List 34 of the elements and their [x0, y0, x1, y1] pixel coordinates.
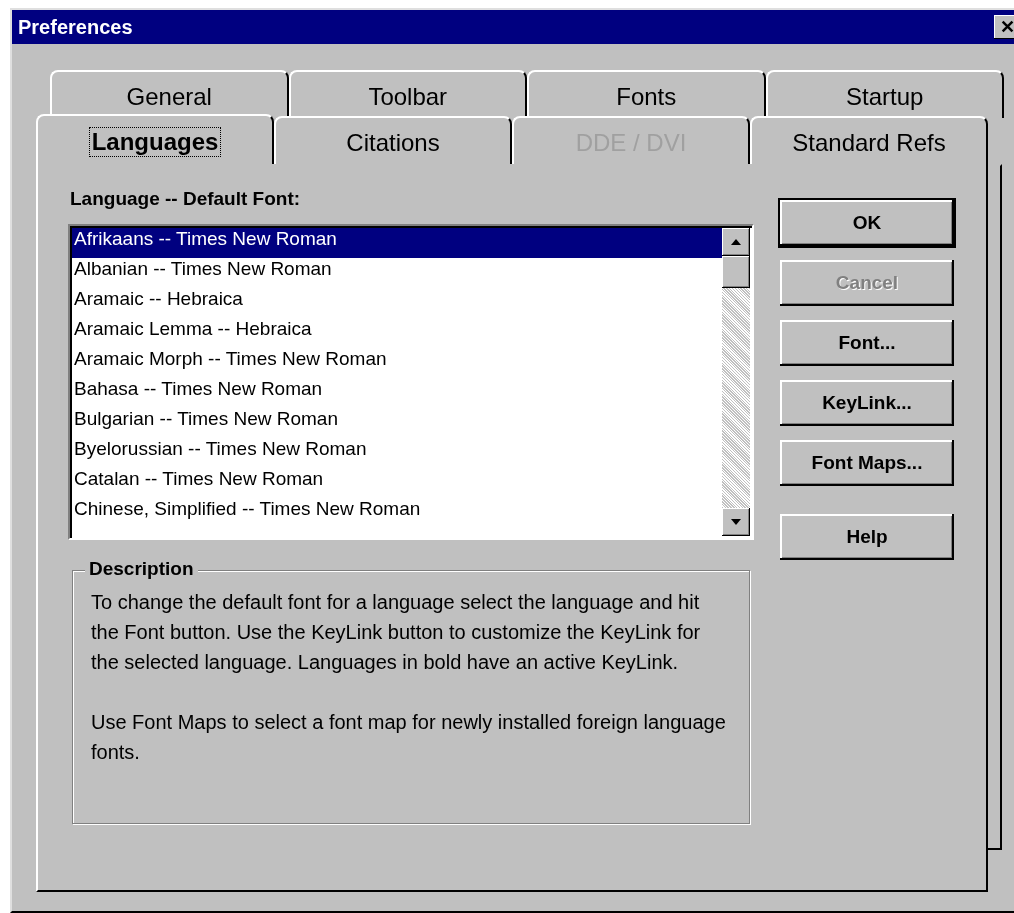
close-button[interactable]: ✕	[994, 15, 1014, 39]
tab[interactable]: General	[50, 70, 289, 118]
tab[interactable]: Standard Refs	[750, 116, 988, 164]
scroll-up-button[interactable]	[722, 228, 750, 256]
list-item[interactable]: Catalan -- Times New Roman	[72, 468, 722, 498]
tab[interactable]: Toolbar	[288, 70, 527, 118]
list-item[interactable]: Bahasa -- Times New Roman	[72, 378, 722, 408]
scroll-thumb[interactable]	[722, 256, 750, 288]
list-item[interactable]: Byelorussian -- Times New Roman	[72, 438, 722, 468]
window-title: Preferences	[18, 15, 133, 39]
dialog-button[interactable]: Font...	[780, 320, 954, 366]
list-item[interactable]: Aramaic -- Hebraica	[72, 288, 722, 318]
list-item[interactable]: Bulgarian -- Times New Roman	[72, 408, 722, 438]
dialog-button[interactable]: KeyLink...	[780, 380, 954, 426]
scroll-down-button[interactable]	[722, 508, 750, 536]
tab[interactable]: Languages	[36, 114, 274, 164]
tab[interactable]: Citations	[274, 116, 512, 164]
up-arrow-icon	[731, 239, 741, 245]
dialog-button[interactable]: Font Maps...	[780, 440, 954, 486]
dialog-button[interactable]: OK	[780, 200, 954, 246]
list-item[interactable]: Chinese, Simplified -- Times New Roman	[72, 498, 722, 528]
list-item[interactable]: Afrikaans -- Times New Roman	[72, 228, 722, 258]
dialog-button[interactable]: Help	[780, 514, 954, 560]
list-label: Language -- Default Font:	[70, 188, 302, 210]
list-item[interactable]: Aramaic Lemma -- Hebraica	[72, 318, 722, 348]
description-text: Use Font Maps to select a font map for newly installed foreign language fonts.	[91, 710, 727, 765]
down-arrow-icon	[731, 519, 741, 525]
list-item[interactable]: Albanian -- Times New Roman	[72, 258, 722, 288]
language-list[interactable]	[68, 224, 754, 540]
scrollbar[interactable]	[722, 228, 750, 536]
tab[interactable]: Startup	[765, 70, 1004, 118]
tab[interactable]: Fonts	[527, 70, 766, 118]
list-item[interactable]: Aramaic Morph -- Times New Roman	[72, 348, 722, 378]
description-text: To change the default font for a language select the language and hit the Font button. Use the KeyLink button to customize the KeyLink for the selected language. Languages in bold have an active KeyLink.	[91, 590, 702, 675]
